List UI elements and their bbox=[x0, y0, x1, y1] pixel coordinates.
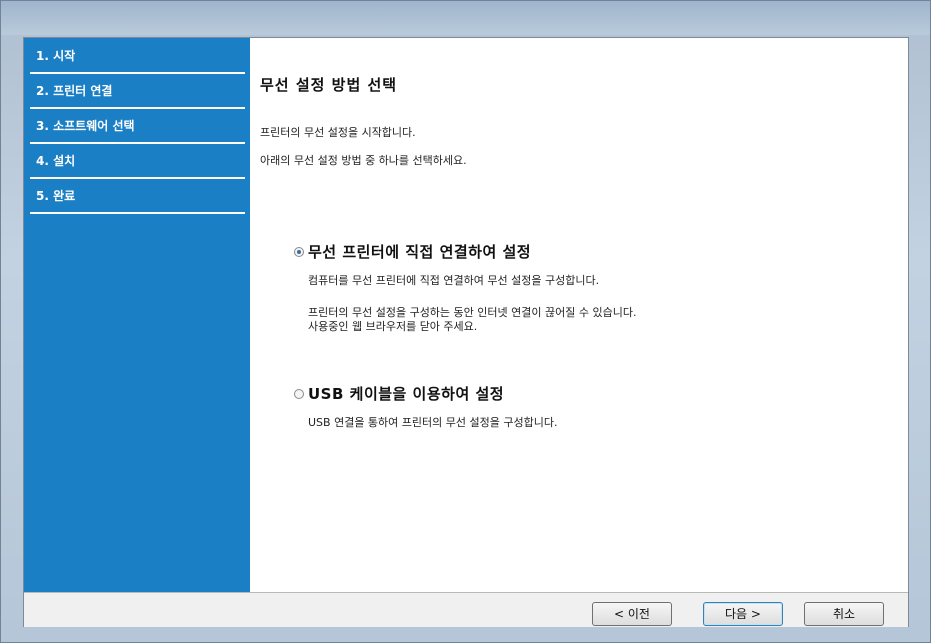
option-direct-wireless-label[interactable]: 무선 프린터에 직접 연결하여 설정 bbox=[308, 241, 531, 262]
title-bar[interactable] bbox=[1, 1, 930, 35]
installer-window: 1. 시작 2. 프린터 연결 3. 소프트웨어 선택 4. 설치 5. 완료 … bbox=[0, 0, 931, 643]
steps-sidebar: 1. 시작 2. 프린터 연결 3. 소프트웨어 선택 4. 설치 5. 완료 bbox=[24, 38, 250, 592]
option-usb-cable[interactable]: USB 케이블을 이용하여 설정 bbox=[294, 383, 504, 404]
option-direct-wireless-warning-2: 사용중인 웹 브라우저를 닫아 주세요. bbox=[308, 320, 478, 333]
intro-text-1: 프린터의 무선 설정을 시작합니다. bbox=[260, 126, 416, 139]
sidebar-item-printer-connection: 2. 프린터 연결 bbox=[30, 75, 245, 109]
option-usb-cable-label[interactable]: USB 케이블을 이용하여 설정 bbox=[308, 383, 504, 404]
page-title: 무선 설정 방법 선택 bbox=[260, 76, 398, 94]
back-button[interactable]: < 이전 bbox=[592, 602, 672, 626]
wizard-footer: < 이전 다음 > 취소 bbox=[24, 592, 908, 627]
radio-selected-icon[interactable] bbox=[294, 246, 304, 257]
sidebar-item-software-selection: 3. 소프트웨어 선택 bbox=[30, 110, 245, 144]
window-right-edge bbox=[907, 37, 931, 627]
wizard-client-area: 1. 시작 2. 프린터 연결 3. 소프트웨어 선택 4. 설치 5. 완료 … bbox=[23, 37, 909, 627]
radio-unselected-icon[interactable] bbox=[294, 388, 304, 399]
next-button[interactable]: 다음 > bbox=[703, 602, 783, 626]
cancel-button[interactable]: 취소 bbox=[804, 602, 884, 626]
option-direct-wireless[interactable]: 무선 프린터에 직접 연결하여 설정 bbox=[294, 241, 531, 262]
intro-text-2: 아래의 무선 설정 방법 중 하나를 선택하세요. bbox=[260, 154, 467, 167]
option-direct-wireless-desc: 컴퓨터를 무선 프린터에 직접 연결하여 무선 설정을 구성합니다. bbox=[308, 274, 600, 287]
sidebar-item-install: 4. 설치 bbox=[30, 145, 245, 179]
main-panel: 무선 설정 방법 선택 프린터의 무선 설정을 시작합니다. 아래의 무선 설정… bbox=[250, 38, 908, 592]
option-usb-cable-desc: USB 연결을 통하여 프린터의 무선 설정을 구성합니다. bbox=[308, 416, 558, 429]
sidebar-item-finish: 5. 완료 bbox=[30, 180, 245, 214]
sidebar-item-start: 1. 시작 bbox=[30, 40, 245, 74]
